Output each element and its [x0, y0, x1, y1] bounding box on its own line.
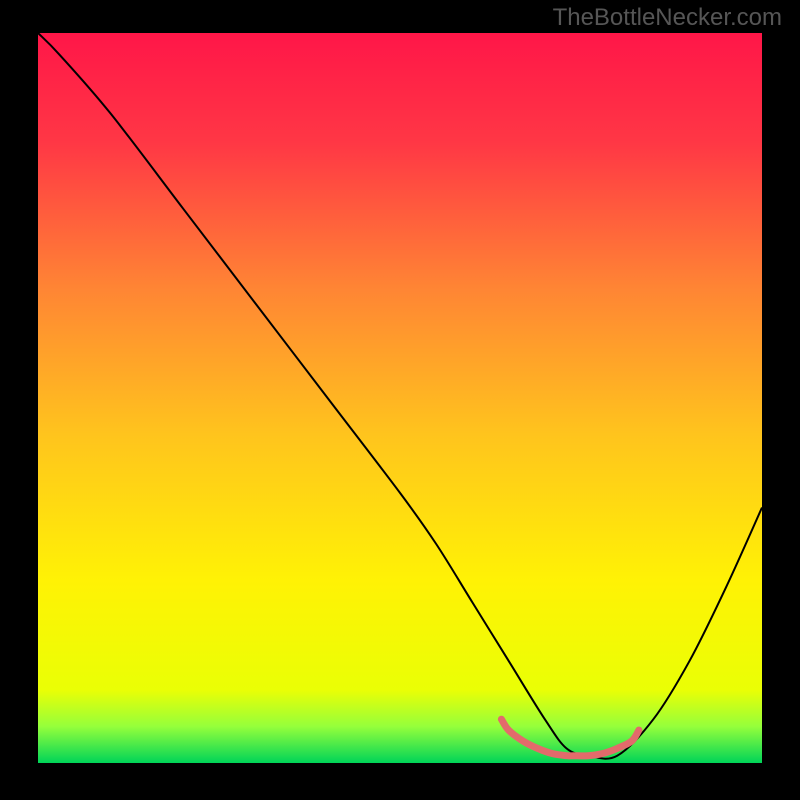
- bottleneck-chart: [0, 0, 800, 800]
- chart-frame: TheBottleNecker.com: [0, 0, 800, 800]
- plot-background: [38, 33, 762, 763]
